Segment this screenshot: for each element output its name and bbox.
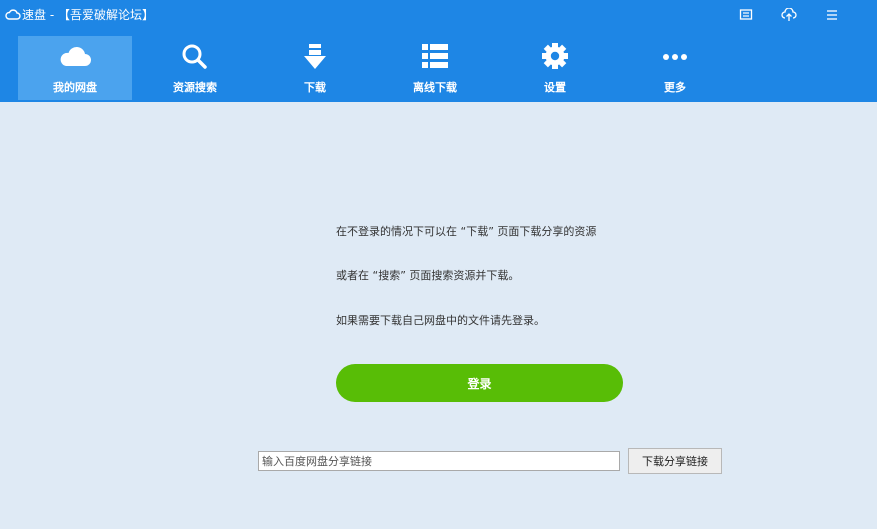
tab-offline-download[interactable]: 离线下载: [378, 36, 492, 100]
share-link-input[interactable]: [258, 451, 620, 471]
info-line-3: 如果需要下载自己网盘中的文件请先登录。: [336, 314, 545, 327]
tab-label: 资源搜索: [173, 81, 217, 94]
info-line-1: 在不登录的情况下可以在 “下载” 页面下载分享的资源: [336, 225, 597, 238]
upload-button[interactable]: [780, 6, 798, 24]
tab-label: 离线下载: [413, 81, 457, 94]
search-icon: [182, 44, 207, 69]
message-icon: [739, 9, 753, 20]
header-bar: 速盘 - 【吾爱破解论坛】 我的网盘 资源搜索 下载 离线下载 设置 更多: [0, 0, 877, 102]
download-share-link-button[interactable]: 下载分享链接: [628, 448, 722, 474]
tab-resource-search[interactable]: 资源搜索: [138, 36, 252, 100]
cloud-icon: [60, 46, 91, 66]
tab-download[interactable]: 下载: [258, 36, 372, 100]
more-icon: [663, 54, 687, 60]
window-title: 速盘 - 【吾爱破解论坛】: [22, 8, 154, 22]
cloud-logo-icon: [5, 9, 21, 20]
gear-icon: [542, 43, 568, 69]
info-line-2: 或者在 “搜索” 页面搜索资源并下载。: [336, 269, 520, 282]
feedback-button[interactable]: [737, 6, 755, 24]
menu-icon: [827, 10, 837, 20]
download-icon: [304, 44, 326, 69]
list-icon: [422, 44, 448, 68]
tab-label: 更多: [664, 81, 686, 94]
menu-button[interactable]: [823, 6, 841, 24]
main-panel: 在不登录的情况下可以在 “下载” 页面下载分享的资源 或者在 “搜索” 页面搜索…: [0, 102, 877, 529]
tab-more[interactable]: 更多: [618, 36, 732, 100]
title-bar: 速盘 - 【吾爱破解论坛】: [0, 0, 877, 30]
tab-label: 下载: [304, 81, 326, 94]
tab-settings[interactable]: 设置: [498, 36, 612, 100]
tab-my-netdisk[interactable]: 我的网盘: [18, 36, 132, 100]
cloud-upload-icon: [781, 8, 797, 21]
main-nav: 我的网盘 资源搜索 下载 离线下载 设置 更多: [18, 36, 858, 100]
tab-label: 设置: [544, 81, 566, 94]
login-button[interactable]: 登录: [336, 364, 623, 402]
tab-label: 我的网盘: [53, 81, 97, 94]
